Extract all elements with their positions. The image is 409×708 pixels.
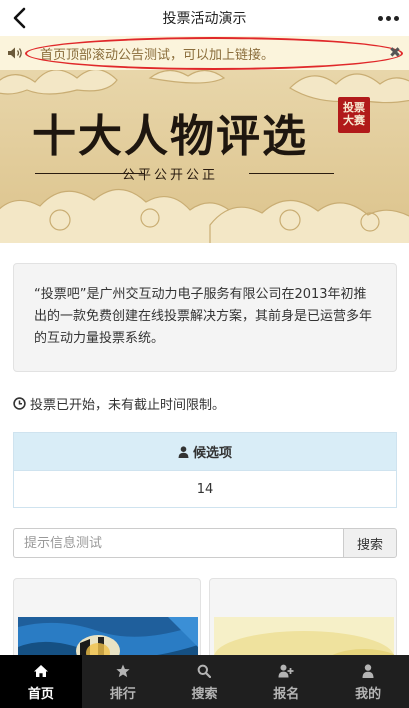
banner-seal: 投票大赛 bbox=[338, 97, 370, 133]
more-dots-icon bbox=[377, 15, 383, 21]
candidate-count: 14 bbox=[14, 471, 396, 507]
tab-home[interactable]: 首页 bbox=[0, 655, 82, 708]
notice-text[interactable]: 首页顶部滚动公告测试，可以加上链接。 bbox=[30, 44, 274, 63]
tab-label: 报名 bbox=[273, 686, 300, 702]
tab-ranking[interactable]: 排行 bbox=[82, 655, 164, 708]
tab-label: 我的 bbox=[355, 686, 382, 702]
top-header: 投票活动演示 bbox=[0, 0, 409, 36]
divider bbox=[249, 173, 334, 174]
page-title: 投票活动演示 bbox=[162, 11, 247, 27]
chevron-left-icon bbox=[13, 7, 26, 29]
clock-icon bbox=[13, 397, 26, 410]
vote-status: 投票已开始，未有截止时间限制。 bbox=[13, 394, 225, 413]
candidate-header: 候选项 bbox=[14, 433, 396, 471]
speaker-icon bbox=[0, 46, 30, 60]
search-bar: 搜索 bbox=[13, 528, 397, 558]
banner-title: 十大人物评选 bbox=[32, 111, 308, 162]
user-icon bbox=[178, 445, 189, 458]
search-icon bbox=[197, 662, 212, 680]
search-button[interactable]: 搜索 bbox=[343, 528, 397, 558]
banner-image: 十大人物评选 投票大赛 公平公开公正 bbox=[0, 70, 409, 243]
notice-marquee[interactable]: 首页顶部滚动公告测试，可以加上链接。 bbox=[25, 36, 409, 70]
notice-bar: 首页顶部滚动公告测试，可以加上链接。 ✖ bbox=[0, 36, 409, 70]
home-icon bbox=[33, 662, 49, 680]
more-dot bbox=[393, 15, 399, 21]
bottom-tab-bar: 首页 排行 搜索 报名 我的 bbox=[0, 655, 409, 708]
tab-signup[interactable]: 报名 bbox=[245, 655, 327, 708]
more-dot bbox=[385, 15, 391, 21]
intro-description: “投票吧”是广州交互动力电子服务有限公司在2013年初推出的一款免费创建在线投票… bbox=[13, 263, 397, 372]
search-input[interactable] bbox=[13, 528, 343, 558]
star-icon bbox=[116, 662, 130, 680]
back-button[interactable] bbox=[6, 4, 32, 32]
user-icon bbox=[362, 662, 374, 680]
close-icon[interactable]: ✖ bbox=[385, 44, 405, 62]
tab-label: 搜索 bbox=[191, 686, 218, 702]
tab-label: 排行 bbox=[109, 686, 136, 702]
candidate-count-table: 候选项 14 bbox=[13, 432, 397, 508]
more-options-button[interactable] bbox=[375, 8, 401, 28]
tab-search[interactable]: 搜索 bbox=[164, 655, 246, 708]
status-text: 投票已开始，未有截止时间限制。 bbox=[30, 398, 226, 413]
candidate-header-label: 候选项 bbox=[192, 446, 232, 461]
tab-label: 首页 bbox=[27, 686, 54, 702]
tab-mine[interactable]: 我的 bbox=[327, 655, 409, 708]
add-user-icon bbox=[278, 662, 294, 680]
